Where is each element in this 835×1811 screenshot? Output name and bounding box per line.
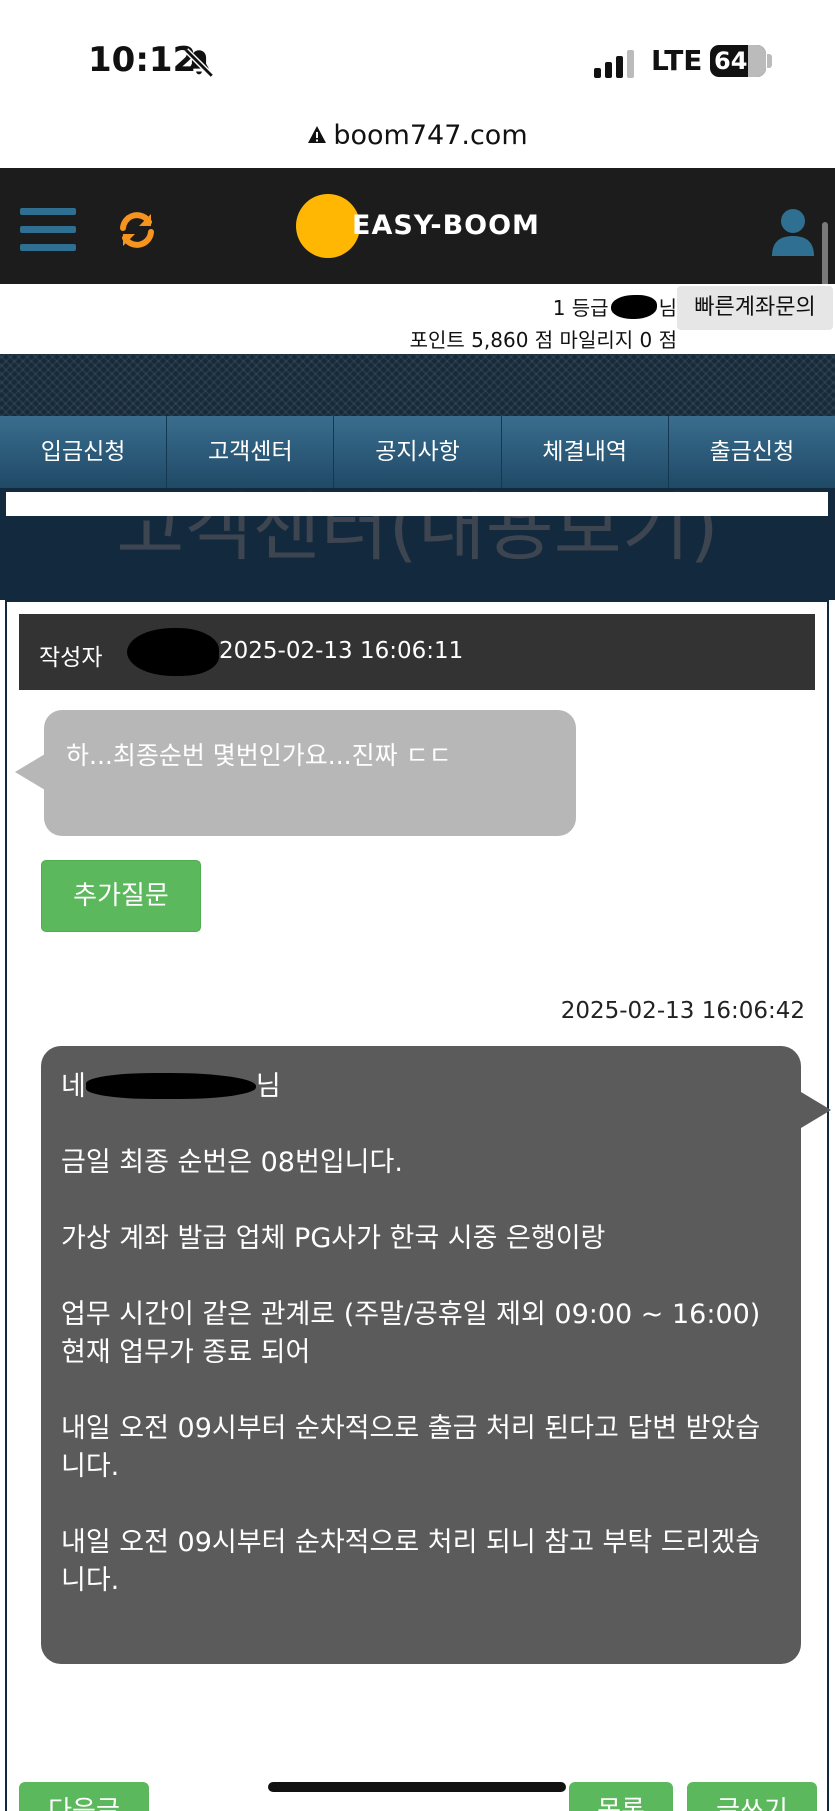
decorative-banner	[0, 354, 835, 416]
tab-deposit[interactable]: 입금신청	[0, 416, 168, 488]
tab-trade-history[interactable]: 체결내역	[502, 416, 669, 488]
status-bar: 10:12 LTE 64	[0, 0, 835, 120]
level-text: 1 등급	[552, 296, 609, 320]
write-button[interactable]: 글쓰기	[687, 1782, 817, 1811]
points-mileage: 포인트 5,860 점 마일리지 0 점	[409, 328, 677, 352]
site-header: EASY-BOOM	[0, 168, 835, 284]
logo-text[interactable]: EASY-BOOM	[352, 210, 540, 241]
answer-bubble-tail	[801, 1092, 831, 1128]
home-indicator	[268, 1782, 566, 1792]
post-date: 2025-02-13 16:06:11	[219, 638, 464, 664]
bell-muted-icon	[184, 48, 214, 78]
signal-icon	[594, 50, 634, 78]
page-title-band: 고객센터(내용보기)	[0, 488, 835, 600]
user-level: 1 등급 님	[553, 292, 677, 321]
redacted-author	[127, 628, 219, 676]
main-nav: 입금신청 고객센터 공지사항 체결내역 출금신청	[0, 416, 835, 488]
answer-paragraph: 가상 계좌 발급 업체 PG사가 한국 시중 은행이랑	[61, 1223, 606, 1254]
answer-greeting: 네님	[61, 1068, 781, 1106]
answer-paragraph: 업무 시간이 같은 관계로 (주말/공휴일 제외 09:00 ~ 16:00) …	[61, 1299, 761, 1368]
greeting-suffix: 님	[255, 1071, 281, 1102]
question-bubble-tail	[15, 754, 45, 790]
answer-bubble: 네님 금일 최종 순번은 08번입니다. 가상 계좌 발급 업체 PG사가 한국…	[41, 1046, 801, 1664]
greeting-prefix: 네	[61, 1071, 86, 1102]
battery-icon: 64	[710, 45, 766, 77]
battery-level: 64	[714, 47, 748, 75]
tab-notice[interactable]: 공지사항	[334, 416, 502, 488]
user-icon[interactable]	[770, 208, 816, 258]
refresh-icon[interactable]	[113, 206, 161, 254]
answer-paragraph: 내일 오전 09시부터 순차적으로 출금 처리 된다고 답변 받았습니다.	[61, 1413, 761, 1482]
author-bar: 작성자 2025-02-13 16:06:11	[19, 614, 815, 690]
question-bubble: 하...최종순번 몇번인가요...진짜 ㄷㄷ	[44, 710, 576, 836]
logo-circle	[296, 194, 360, 258]
warning-icon	[308, 126, 327, 143]
hamburger-menu-icon[interactable]	[20, 208, 76, 252]
next-post-button[interactable]: 다음글	[19, 1782, 149, 1811]
tab-withdraw[interactable]: 출금신청	[669, 416, 835, 488]
tab-customer-center[interactable]: 고객센터	[167, 416, 335, 488]
url-text: boom747.com	[333, 120, 528, 151]
question-text: 하...최종순번 몇번인가요...진짜 ㄷㄷ	[66, 741, 452, 770]
answer-paragraph: 금일 최종 순번은 08번입니다.	[61, 1147, 403, 1178]
battery-cap	[767, 54, 772, 68]
quick-account-inquiry-button[interactable]: 빠른계좌문의	[677, 286, 833, 330]
level-suffix: 님	[658, 296, 677, 320]
answer-date: 2025-02-13 16:06:42	[560, 998, 805, 1024]
title-overlay	[6, 492, 828, 516]
status-time: 10:12	[88, 40, 197, 80]
url-bar[interactable]: boom747.com	[0, 120, 835, 168]
network-type: LTE	[651, 44, 703, 77]
followup-question-button[interactable]: 추가질문	[41, 860, 201, 932]
redacted-recipient	[85, 1073, 256, 1099]
post-content: 작성자 2025-02-13 16:06:11 하...최종순번 몇번인가요..…	[5, 600, 831, 1811]
redacted-username	[610, 295, 657, 319]
list-button[interactable]: 목록	[569, 1782, 673, 1811]
answer-paragraph: 내일 오전 09시부터 순차적으로 처리 되니 참고 부탁 드리겠습니다.	[61, 1527, 761, 1596]
author-label: 작성자	[39, 645, 103, 671]
